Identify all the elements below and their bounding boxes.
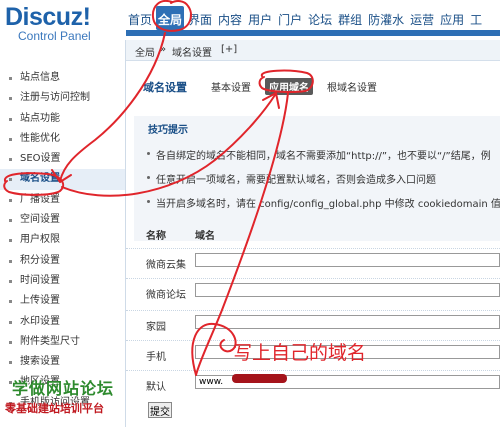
sidebar-item-time[interactable]: 时间设置 bbox=[0, 271, 125, 291]
tip-line: 各自绑定的域名不能相同，域名不需要添加“http://”，也不要以“/”结尾，例 bbox=[147, 147, 491, 162]
sidebar-item-attachment-types[interactable]: 附件类型尺寸 bbox=[0, 332, 125, 352]
sidebar-item-watermark[interactable]: 水印设置 bbox=[0, 312, 125, 332]
domain-input-weishang-yunji[interactable] bbox=[195, 253, 500, 267]
sidebar-item-user-permissions[interactable]: 用户权限 bbox=[0, 230, 125, 250]
field-label: 手机 bbox=[146, 352, 166, 363]
sidebar-item-site-info[interactable]: 站点信息 bbox=[0, 68, 125, 88]
nav-interface[interactable]: 界面 bbox=[186, 6, 214, 30]
nav-portal[interactable]: 门户 bbox=[276, 6, 304, 30]
breadcrumb: 全局 » 域名设置 [+] bbox=[126, 40, 500, 61]
domain-input-home[interactable] bbox=[195, 315, 500, 329]
nav-apps[interactable]: 应用 bbox=[438, 6, 466, 30]
nav-users[interactable]: 用户 bbox=[246, 6, 274, 30]
watermark-subtitle: 零基础建站培训平台 bbox=[5, 402, 104, 415]
tab-root-domain[interactable]: 根域名设置 bbox=[323, 78, 381, 95]
sidebar-item-register-access[interactable]: 注册与访问控制 bbox=[0, 88, 125, 108]
column-name: 名称 bbox=[146, 231, 166, 242]
sidebar-item-search[interactable]: 搜索设置 bbox=[0, 352, 125, 372]
breadcrumb-current: 域名设置 bbox=[172, 48, 212, 59]
column-domain: 域名 bbox=[195, 231, 215, 242]
tip-line: 任意开启一项域名，需要配置默认域名，否则会造成多入口问题 bbox=[147, 171, 436, 186]
tip-line: 当开启多域名时，请在 config/config_global.php 中修改 … bbox=[147, 195, 500, 210]
nav-forum[interactable]: 论坛 bbox=[306, 6, 334, 30]
logo-text: Discuz! bbox=[5, 3, 91, 31]
breadcrumb-home[interactable]: 全局 bbox=[135, 44, 155, 59]
field-label: 微商论坛 bbox=[146, 290, 186, 301]
nav-home[interactable]: 首页 bbox=[126, 6, 154, 30]
sidebar-item-domain[interactable]: 域名设置 bbox=[0, 169, 125, 190]
nav-operations[interactable]: 运营 bbox=[408, 6, 436, 30]
field-label: 家园 bbox=[146, 322, 166, 333]
sidebar-item-broadcast[interactable]: 广播设置 bbox=[0, 190, 125, 210]
nav-global[interactable]: 全局 bbox=[156, 6, 185, 30]
submit-button[interactable]: 提交 bbox=[148, 402, 172, 418]
nav-underline-bar bbox=[126, 30, 500, 36]
title-row: 域名设置 基本设置 应用域名 根域名设置 bbox=[143, 78, 391, 95]
table-row: 默认 bbox=[126, 370, 500, 395]
breadcrumb-separator: » bbox=[160, 44, 167, 55]
top-nav: 首页 全局 界面 内容 用户 门户 论坛 群组 防灌水 运营 应用 工 bbox=[126, 6, 486, 30]
header: Discuz! Control Panel 首页 全局 界面 内容 用户 门户 … bbox=[0, 0, 500, 42]
tips-title: 技巧提示 bbox=[148, 125, 188, 136]
sidebar-item-upload[interactable]: 上传设置 bbox=[0, 291, 125, 311]
nav-groups[interactable]: 群组 bbox=[336, 6, 364, 30]
table-row: 微商云集 bbox=[126, 248, 500, 273]
discuz-logo[interactable]: Discuz! Control Panel bbox=[5, 3, 91, 42]
sidebar-item-site-features[interactable]: 站点功能 bbox=[0, 109, 125, 129]
annotation-text: 写上自己的域名 bbox=[233, 342, 367, 364]
domain-input-weishang-forum[interactable] bbox=[195, 283, 500, 297]
nav-antispam[interactable]: 防灌水 bbox=[366, 6, 406, 30]
sidebar-item-credits[interactable]: 积分设置 bbox=[0, 251, 125, 271]
nav-tools[interactable]: 工 bbox=[468, 6, 484, 30]
field-label: 微商云集 bbox=[146, 260, 186, 271]
sidebar-item-space[interactable]: 空间设置 bbox=[0, 210, 125, 230]
nav-content[interactable]: 内容 bbox=[216, 6, 244, 30]
add-shortcut-button[interactable]: [+] bbox=[221, 44, 237, 55]
table-row: 微商论坛 bbox=[126, 278, 500, 303]
watermark-title: 学做网站论坛 bbox=[12, 379, 115, 398]
main-panel: 全局 » 域名设置 [+] 域名设置 基本设置 应用域名 根域名设置 技巧提示 … bbox=[126, 40, 500, 427]
table-row: 家园 bbox=[126, 310, 500, 335]
redaction-mark bbox=[232, 374, 287, 383]
sidebar-item-performance[interactable]: 性能优化 bbox=[0, 129, 125, 149]
tab-app-domains[interactable]: 应用域名 bbox=[265, 78, 313, 95]
sidebar-item-seo[interactable]: SEO设置 bbox=[0, 149, 125, 169]
field-label: 默认 bbox=[146, 382, 166, 393]
sidebar: 站点信息 注册与访问控制 站点功能 性能优化 SEO设置 域名设置 广播设置 空… bbox=[0, 40, 126, 427]
page-title: 域名设置 bbox=[143, 80, 187, 94]
table-header: 名称 域名 bbox=[126, 221, 500, 243]
tab-basic-settings[interactable]: 基本设置 bbox=[207, 78, 255, 95]
